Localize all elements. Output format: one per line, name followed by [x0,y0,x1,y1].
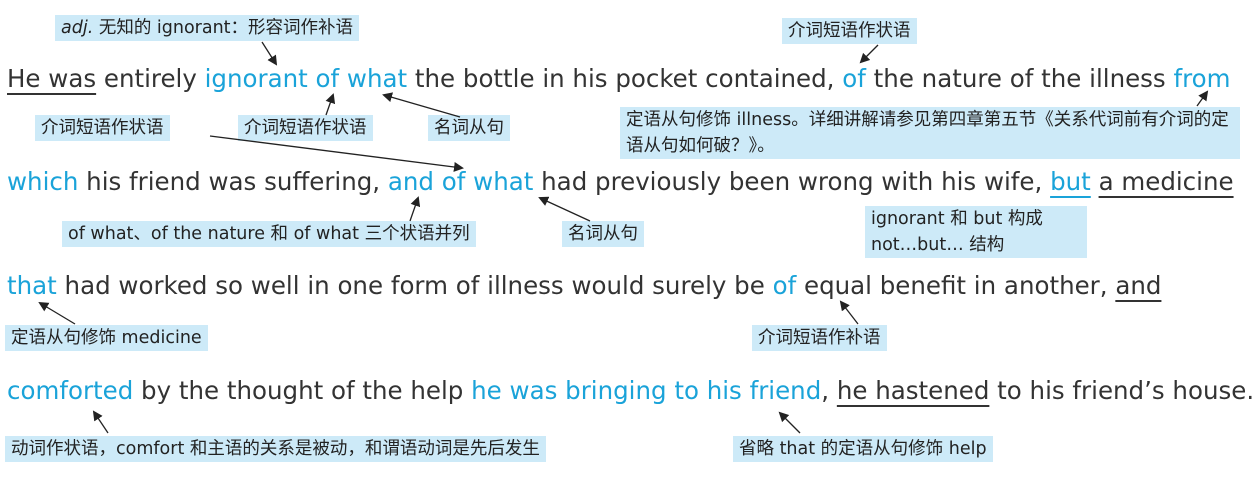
arrow-prep-left-to-of [209,135,464,172]
arrow-prep-to-of [859,44,879,64]
arrow-adj-to-ignorant [261,41,278,66]
arrow-attr-to-from [1196,90,1209,107]
arrow-medicine-to-that [38,301,76,325]
arrow-three-to-of [409,196,421,222]
annotation-arrows [38,41,1209,434]
arrow-complement-to-of [839,300,859,325]
arrow-noun-clause-to-what [382,92,461,118]
arrow-verb-to-comforted [92,410,109,434]
arrow-omit-to-help [778,411,801,434]
arrow-prep-mid-to-of [325,93,336,116]
arrow-noun2-to-what [538,196,591,222]
